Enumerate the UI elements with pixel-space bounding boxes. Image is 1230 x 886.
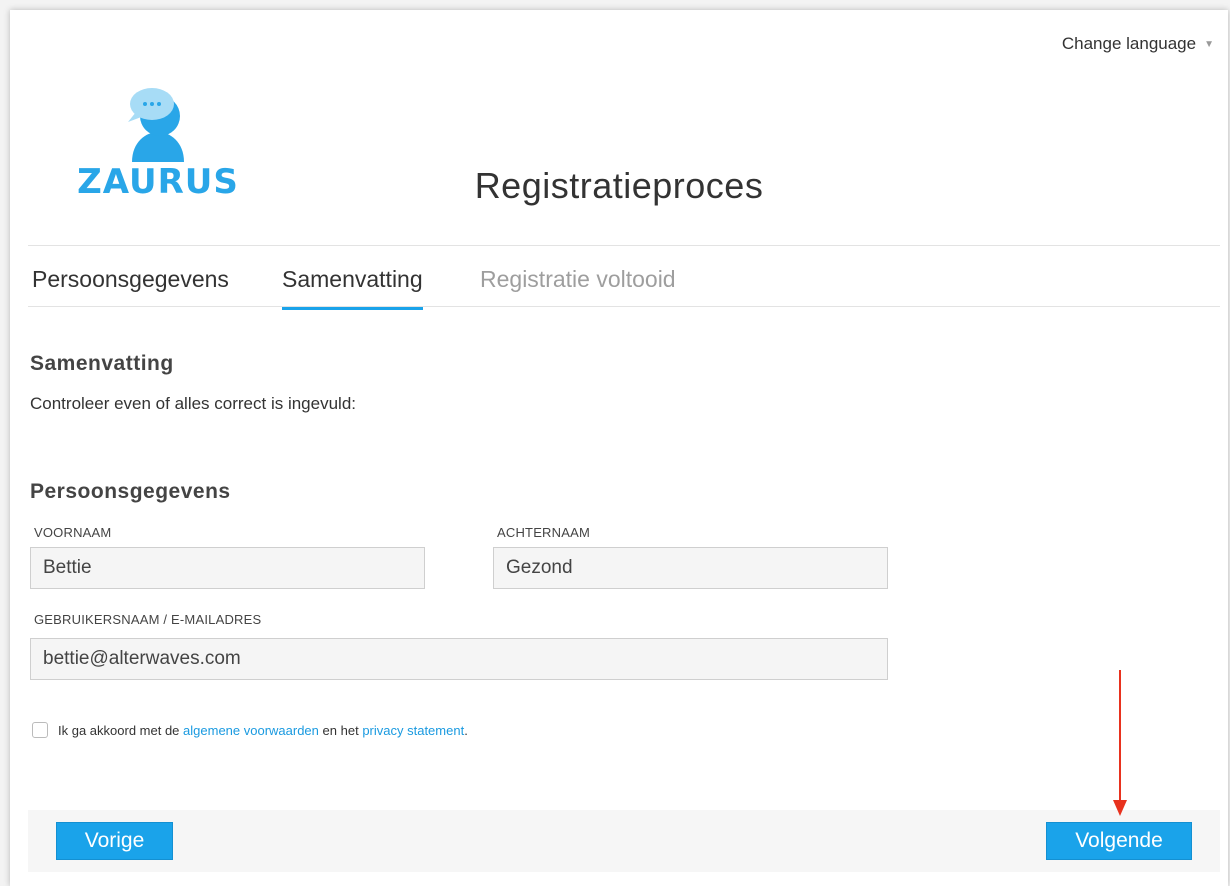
summary-description: Controleer even of alles correct is inge… xyxy=(30,394,356,413)
caret-down-icon: ▼ xyxy=(1204,38,1214,50)
annotation-arrow-icon xyxy=(1113,670,1127,816)
change-language-dropdown[interactable]: Change language ▼ xyxy=(1062,34,1214,54)
wizard-footer: Vorige Volgende xyxy=(28,810,1220,872)
username-field[interactable]: bettie@alterwaves.com xyxy=(30,638,888,680)
first-name-field[interactable]: Bettie xyxy=(30,547,425,589)
tab-samenvatting[interactable]: Samenvatting xyxy=(282,266,423,310)
agreement-text-middle: en het xyxy=(322,722,359,738)
tab-persoonsgegevens[interactable]: Persoonsgegevens xyxy=(32,266,229,307)
first-name-label: VOORNAAM xyxy=(34,525,112,540)
registration-card: Change language ▼ ZAURUS Registratieproc… xyxy=(10,10,1228,886)
chat-person-icon xyxy=(128,88,184,162)
terms-link[interactable]: algemene voorwaarden xyxy=(183,723,319,738)
tab-registratie-voltooid: Registratie voltooid xyxy=(480,266,676,292)
previous-button[interactable]: Vorige xyxy=(56,822,173,860)
agreement-row: Ik ga akkoord met de algemene voorwaarde… xyxy=(32,722,468,738)
step-tabs: Persoonsgegevens Samenvatting Registrati… xyxy=(28,245,1220,310)
username-label: GEBRUIKERSNAAM / E-MAILADRES xyxy=(34,612,262,627)
last-name-field[interactable]: Gezond xyxy=(493,547,888,589)
summary-title: Samenvatting xyxy=(30,352,174,375)
next-button[interactable]: Volgende xyxy=(1046,822,1192,860)
change-language-label: Change language xyxy=(1061,34,1197,53)
personal-details-title: Persoonsgegevens xyxy=(30,480,231,503)
page-title: Registratieproces xyxy=(474,165,764,206)
privacy-link[interactable]: privacy statement xyxy=(362,723,464,738)
last-name-label: ACHTERNAAM xyxy=(497,525,591,540)
agreement-text-after: . xyxy=(464,722,468,738)
agreement-checkbox[interactable] xyxy=(32,722,48,738)
agreement-text-before: Ik ga akkoord met de xyxy=(58,722,180,738)
